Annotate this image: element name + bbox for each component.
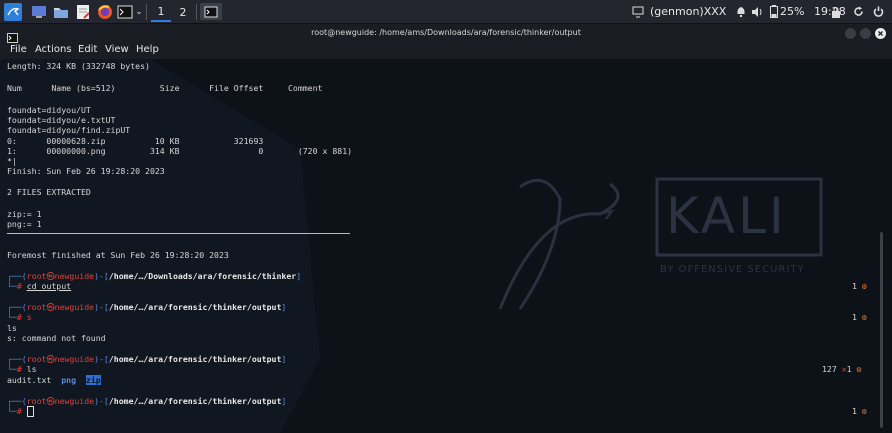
right-prompt-4: 1 ⚙ [852,406,867,416]
battery-icon[interactable] [768,3,780,20]
prompt-host: newguide [54,354,95,364]
prompt-line: ┌──(root㉿newguide)-[/home/…/ara/forensic… [7,396,287,406]
kali-menu-icon[interactable] [3,2,23,21]
terminal-line: Length: 324 KB (332748 bytes) [7,61,150,71]
kali-logo-text: KALI [666,187,787,245]
command-line: └─# ls [7,364,37,374]
firefox-icon[interactable] [96,3,114,20]
menu-actions[interactable]: Actions [35,44,72,55]
prompt-path: /home/…/ara/forensic/thinker/output [108,354,282,364]
prompt-path: /home/…/Downloads/ara/forensic/thinker [108,271,297,281]
command-line: └─# cd output [7,281,72,291]
prompt-user: root [26,396,47,406]
window-maximize-button[interactable] [860,28,871,39]
close-icon [878,31,883,36]
prompt-user: root [26,271,47,281]
dir-png: png [61,375,77,385]
output-separator [7,233,350,234]
right-prompt-2: 1 ⚙ [852,312,867,322]
terminal-line: png:= 1 [7,219,42,229]
terminal-line: Foremost finished at Sun Feb 26 19:28:20… [7,250,229,260]
battery-percent: 25% [780,5,805,18]
terminal-line: 1: 00000000.png 314 KB 0 (720 x 881) [7,146,353,156]
terminal-line: foundat=didyou/find.zipUT [7,125,131,135]
prompt-host: newguide [54,271,95,281]
prompt-line: ┌──(root㉿newguide)-[/home/…/ara/forensic… [7,354,287,364]
command-ls: ls [26,364,37,374]
panel-separator [146,4,147,20]
command-typo: s [26,312,32,322]
file-manager-icon[interactable] [52,3,70,20]
notification-bell-icon[interactable] [735,3,747,20]
genmon-label[interactable]: (genmon)XXX [650,5,726,18]
prompt-user: root [26,302,47,312]
gear-icon: ⚙ [856,364,862,374]
terminal-line: ls [7,323,17,333]
top-panel: ⌄ 1 2 (genmon)XXX 25% 19:28 [0,0,892,24]
window-titlebar[interactable]: root@newguide: /home/ams/Downloads/ara/f… [0,24,892,43]
kali-tagline: BY OFFENSIVE SECURITY [660,264,805,275]
terminal-line: foundat=didyou/e.txtUT [7,115,116,125]
terminal-line: *| [7,156,17,166]
gear-icon: ⚙ [861,281,867,291]
volume-icon[interactable] [751,3,763,20]
menu-bar: File Actions Edit View Help [0,43,892,59]
terminal-line: foundat=didyou/UT [7,105,91,115]
prompt-line: ┌──(root㉿newguide)-[/home/…/ara/forensic… [7,302,287,312]
text-editor-icon[interactable] [74,3,92,20]
prompt-user: root [26,354,47,364]
lock-icon[interactable] [830,3,842,20]
window-minimize-button[interactable] [845,28,856,39]
window-title: root@newguide: /home/ams/Downloads/ara/f… [311,28,581,37]
prompt-line: ┌──(root㉿newguide)-[/home/…/Downloads/ar… [7,271,302,281]
terminal-line: 2 FILES EXTRACTED [7,187,91,197]
file-audit: audit.txt [7,375,52,385]
terminal-scrollbar[interactable] [880,232,883,428]
menu-file[interactable]: File [10,44,27,55]
gear-icon: ⚙ [861,406,867,416]
terminal-line: zip:= 1 [7,209,42,219]
error-line: s: command not found [7,333,106,343]
ls-output: audit.txt png zip [7,375,101,385]
right-prompt-3: 127 ✕1 ⚙ [822,364,862,374]
command-line: └─# s [7,312,32,322]
terminal-line: Num Name (bs=512) Size File Offset Comme… [7,83,323,93]
display-icon[interactable] [631,3,645,20]
chevron-down-icon[interactable]: ⌄ [134,3,144,20]
terminal-area[interactable]: KALI BY OFFENSIVE SECURITY Length: 324 K… [0,59,892,433]
workspace-2[interactable]: 2 [173,2,193,22]
terminal-line: 0: 00000628.zip 10 KB 321693 [7,136,264,146]
gear-icon: ⚙ [861,312,867,322]
window-close-button[interactable] [875,28,886,39]
terminal-launcher-icon[interactable] [116,3,134,20]
dir-zip: zip [85,375,101,385]
refresh-icon[interactable] [852,3,864,20]
cursor[interactable] [26,406,34,417]
workspace-1[interactable]: 1 [151,2,171,22]
prompt-host: newguide [54,302,95,312]
command-cd: cd output [26,281,72,291]
menu-help[interactable]: Help [136,44,159,55]
power-icon[interactable] [872,3,884,20]
menu-view[interactable]: View [105,44,129,55]
desktop-icon[interactable] [30,3,48,20]
menu-edit[interactable]: Edit [78,44,97,55]
prompt-host: newguide [54,396,95,406]
prompt-path: /home/…/ara/forensic/thinker/output [108,302,282,312]
command-line: └─# [7,406,34,417]
right-prompt-1: 1 ⚙ [852,281,867,291]
prompt-path: /home/…/ara/forensic/thinker/output [108,396,282,406]
terminal-window-task[interactable] [200,3,222,20]
exit-code: 127 [822,364,837,374]
terminal-line: Finish: Sun Feb 26 19:28:20 2023 [7,166,165,176]
panel-separator [196,4,197,20]
